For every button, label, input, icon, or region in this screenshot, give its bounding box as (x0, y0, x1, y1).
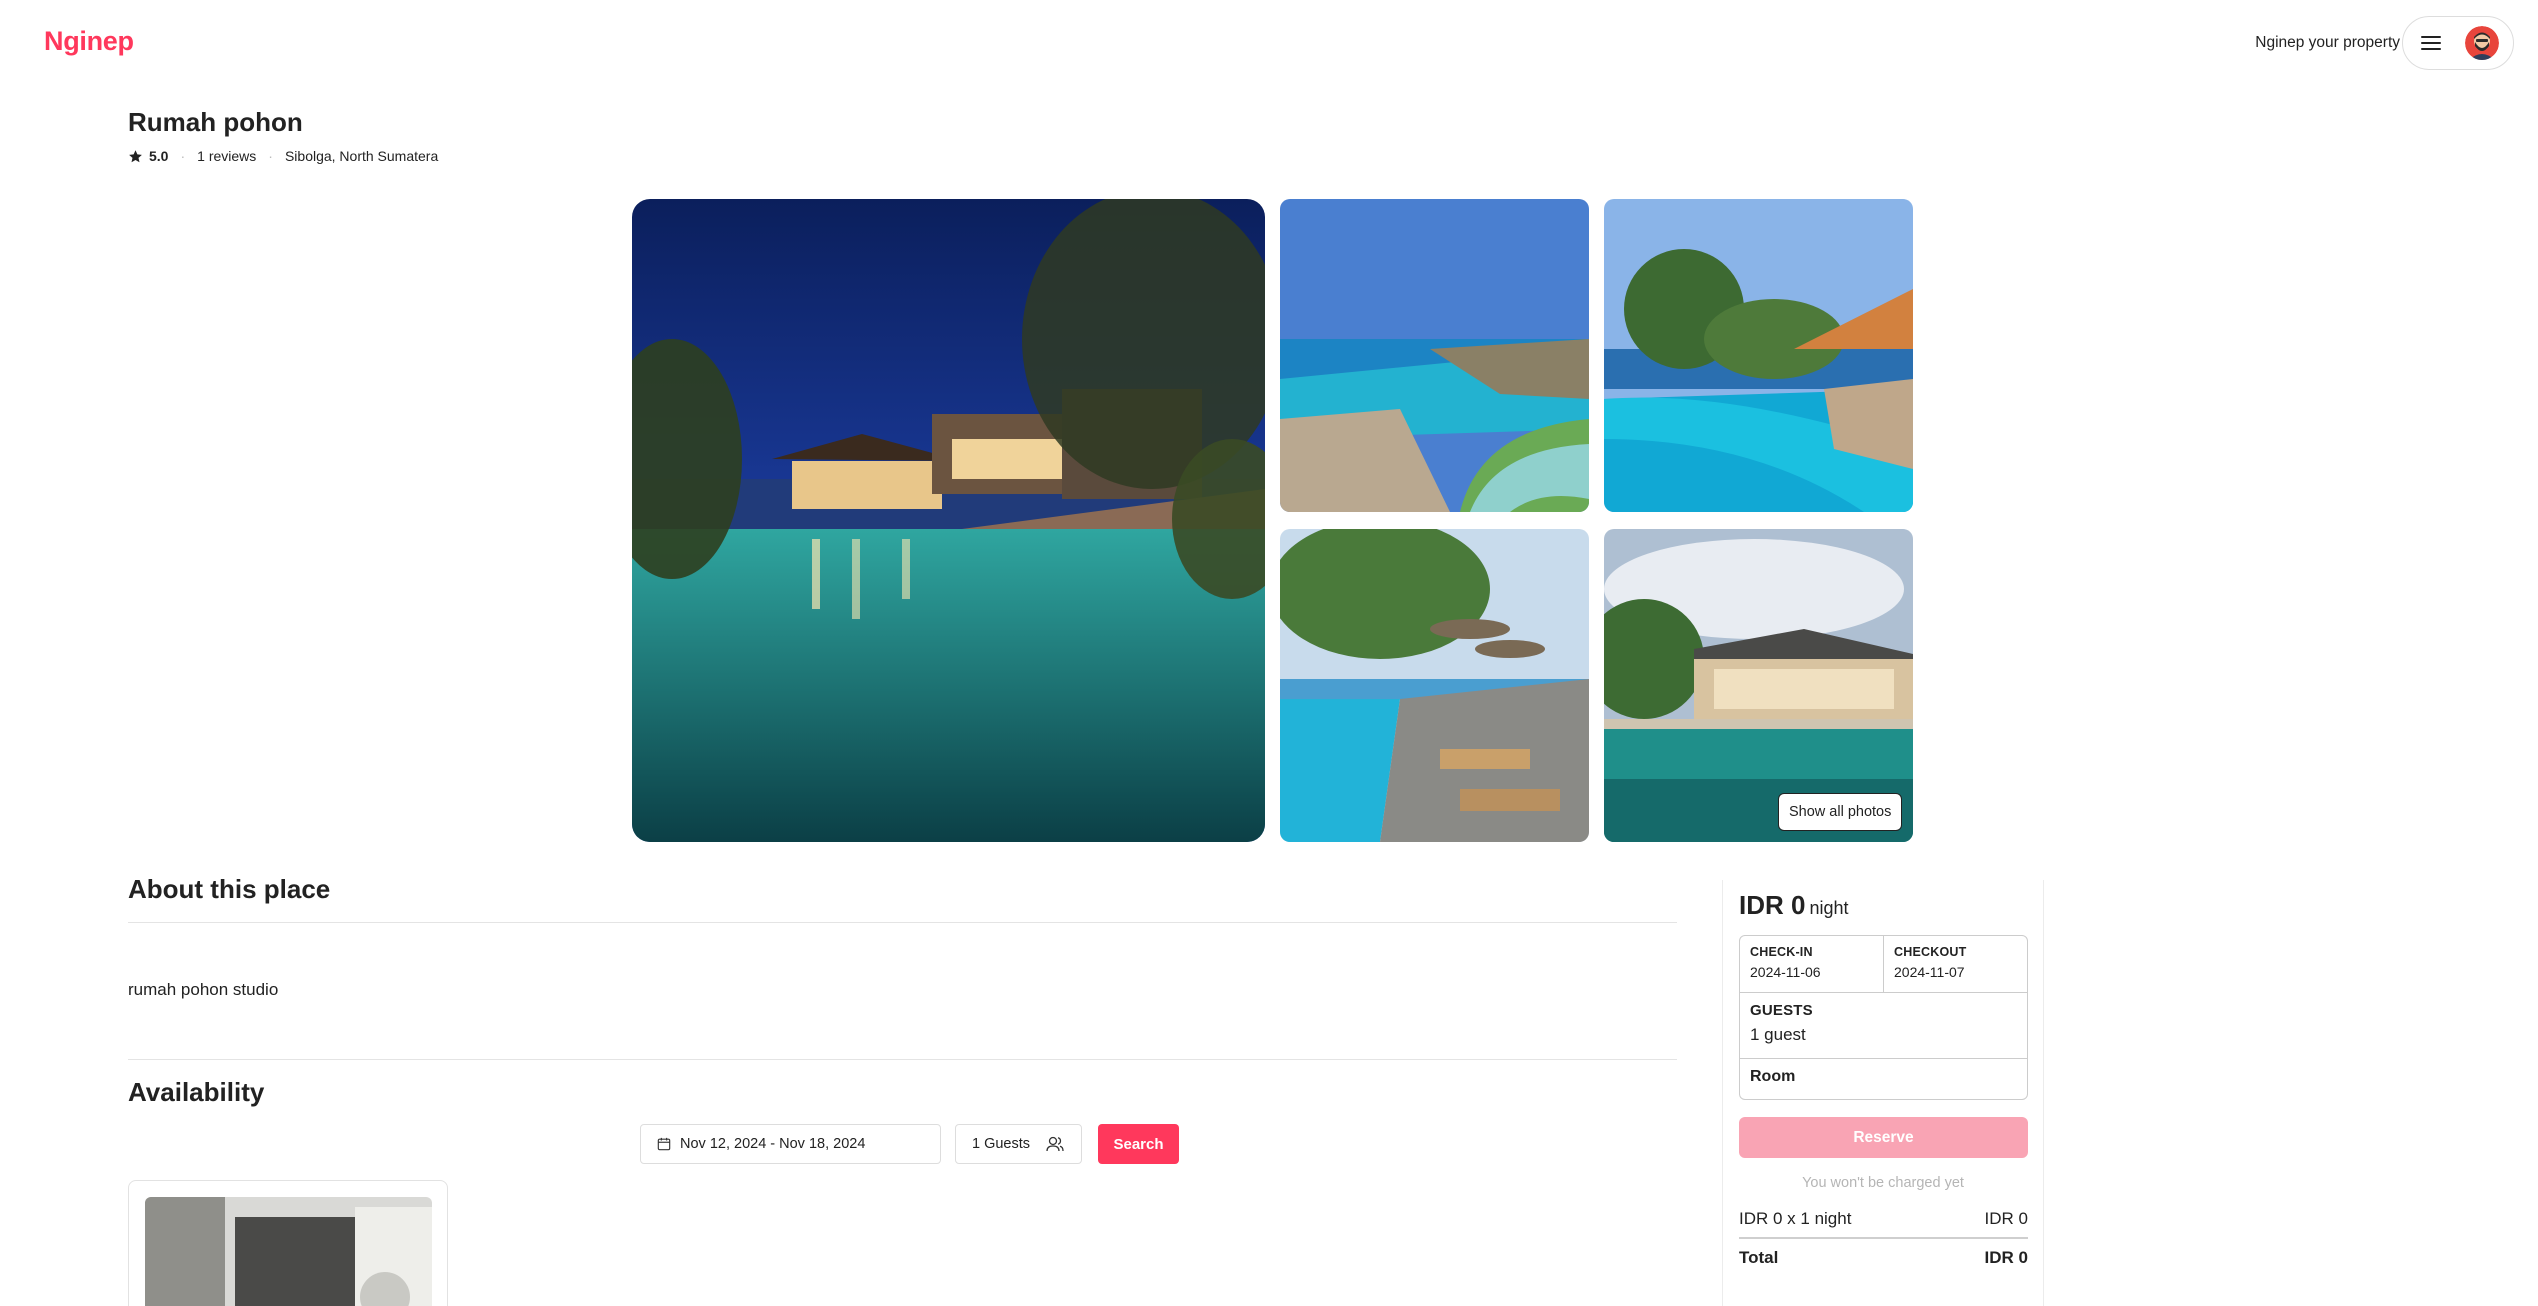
date-range-value: Nov 12, 2024 - Nov 18, 2024 (680, 1136, 866, 1152)
reviews-link[interactable]: 1 reviews (197, 148, 256, 164)
checkin-field[interactable]: CHECK-IN 2024-11-06 (1740, 936, 1883, 992)
room-card[interactable] (128, 1180, 448, 1306)
room-field[interactable]: Room (1740, 1059, 2027, 1099)
total-label: Total (1739, 1248, 1779, 1267)
booking-card: IDR 0 night CHECK-IN 2024-11-06 CHECKOUT … (1722, 880, 2044, 1306)
listing-meta: 5.0 · 1 reviews · Sibolga, North Sumater… (128, 148, 438, 164)
checkin-label: CHECK-IN (1750, 945, 1813, 959)
line-item-value: IDR 0 (1984, 1209, 2028, 1228)
star-icon (129, 149, 142, 162)
divider (128, 922, 1677, 923)
checkout-field[interactable]: CHECKOUT 2024-11-07 (1883, 936, 2027, 992)
guest-selector[interactable]: 1 Guests (955, 1124, 1082, 1164)
listing-title: Rumah pohon (128, 107, 303, 137)
divider (1739, 1237, 2028, 1239)
separator: · (268, 148, 273, 164)
show-all-photos-button[interactable]: Show all photos (1778, 793, 1903, 831)
reserve-button[interactable]: Reserve (1739, 1117, 2028, 1158)
host-property-link[interactable]: Nginep your property (2255, 34, 2400, 52)
hamburger-icon (2421, 35, 2441, 51)
price-value: IDR 0 (1739, 890, 1806, 920)
top-nav: Nginep Nginep your property (0, 0, 2538, 88)
line-item-label: IDR 0 x 1 night (1739, 1209, 1852, 1228)
location-text: Sibolga, North Sumatera (284, 148, 439, 164)
price-per-night: IDR 0 night (1739, 890, 2027, 921)
checkin-value: 2024-11-06 (1750, 964, 1821, 980)
gallery-photo-4[interactable] (1280, 529, 1589, 842)
user-menu-button[interactable] (2402, 16, 2514, 70)
about-heading: About this place (128, 874, 331, 904)
separator: · (180, 148, 186, 164)
guests-label: GUESTS (1750, 1002, 1813, 1019)
charge-note: You won't be charged yet (1802, 1175, 1964, 1191)
guests-value: 1 guest (1750, 1025, 1806, 1044)
total-row: Total IDR 0 (1739, 1248, 2028, 1268)
checkout-label: CHECKOUT (1894, 945, 1967, 959)
rating-value: 5.0 (149, 148, 169, 164)
booking-form: CHECK-IN 2024-11-06 CHECKOUT 2024-11-07 … (1739, 935, 2028, 1100)
gallery-photo-2[interactable] (1280, 199, 1589, 512)
total-value: IDR 0 (1984, 1248, 2028, 1267)
gallery-photo-3[interactable] (1604, 199, 1913, 512)
guests-field[interactable]: GUESTS 1 guest (1740, 993, 2027, 1059)
photo-gallery: Show all photos (632, 199, 1913, 842)
checkout-value: 2024-11-07 (1894, 964, 1965, 980)
logo[interactable]: Nginep (44, 26, 134, 57)
gallery-main-photo[interactable] (632, 199, 1265, 842)
about-description: rumah pohon studio (128, 980, 279, 999)
room-photo (145, 1197, 432, 1306)
availability-heading: Availability (128, 1077, 265, 1107)
avatar (2465, 26, 2499, 60)
price-breakdown-row: IDR 0 x 1 night IDR 0 (1739, 1209, 2028, 1229)
calendar-icon (657, 1137, 671, 1151)
divider (128, 1059, 1677, 1060)
search-button[interactable]: Search (1098, 1124, 1179, 1164)
users-icon (1046, 1136, 1064, 1152)
date-row: CHECK-IN 2024-11-06 CHECKOUT 2024-11-07 (1740, 936, 2027, 993)
price-unit: night (1809, 898, 1849, 918)
date-range-picker[interactable]: Nov 12, 2024 - Nov 18, 2024 (640, 1124, 941, 1164)
guest-count: 1 Guests (972, 1136, 1031, 1152)
